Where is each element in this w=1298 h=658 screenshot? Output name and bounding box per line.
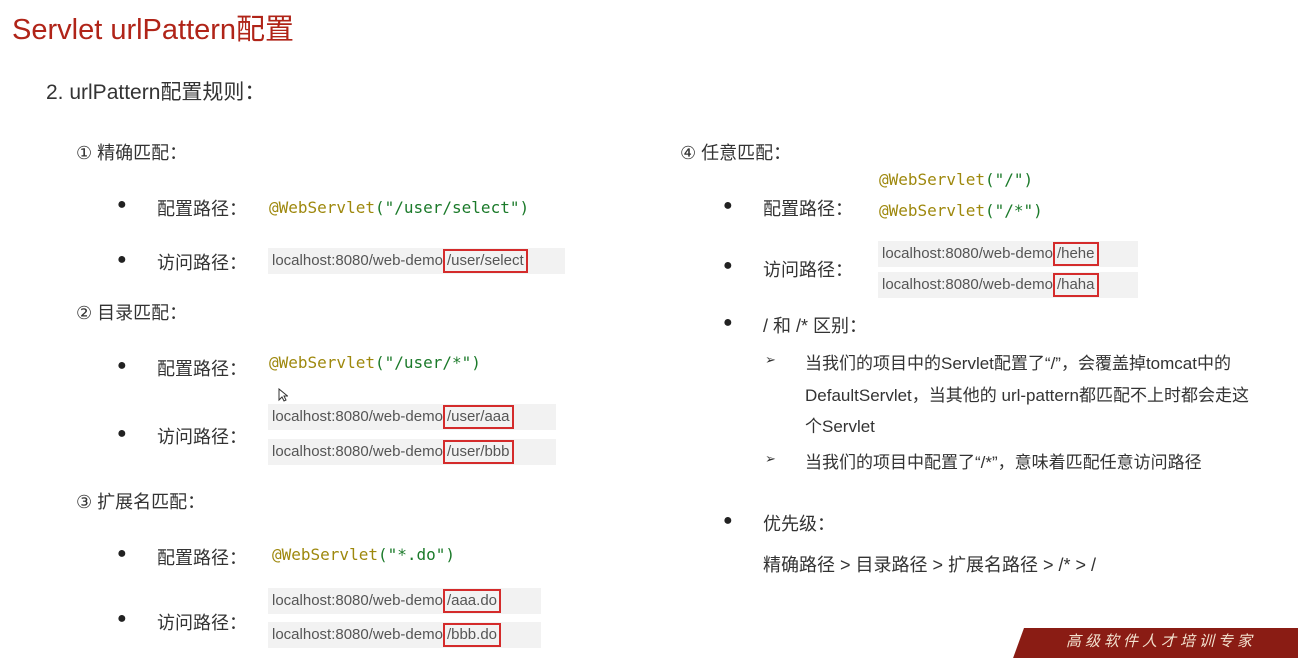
annotation: @WebServlet (879, 201, 985, 220)
annotation-args: ("/user/select") (374, 198, 530, 217)
annotation-args: ("/user/*") (374, 353, 481, 372)
footer-slogan: 高级软件人才培训专家 (1066, 633, 1257, 650)
config-path-label: 配置路径： (763, 199, 853, 219)
any-config-code-2: @WebServlet("/*") (879, 201, 1043, 220)
difference-item-1-line-3: 个Servlet (805, 417, 875, 436)
bullet-icon: ● (723, 197, 733, 214)
url-prefix: localhost:8080/web-demo (272, 626, 443, 643)
access-path-label: 访问路径： (157, 613, 247, 633)
url-prefix: localhost:8080/web-demo (272, 443, 443, 460)
extension-url-1: localhost:8080/web-demo/aaa.do (268, 588, 541, 614)
priority-value: 精确路径 > 目录路径 > 扩展名路径 > /* > / (763, 555, 1097, 575)
difference-title: / 和 /* 区别： (763, 316, 868, 336)
priority-title: 优先级： (763, 514, 835, 534)
extension-config-code: @WebServlet("*.do") (272, 545, 455, 564)
difference-item-2: 当我们的项目中配置了“/*”，意味着匹配任意访问路径 (805, 453, 1202, 472)
directory-url-1: localhost:8080/web-demo/user/aaa (268, 404, 556, 430)
section-heading: 2. urlPattern配置规则： (46, 81, 266, 104)
url-highlight: /user/bbb (442, 440, 514, 464)
bullet-icon: ● (117, 251, 127, 268)
access-path-label: 访问路径： (763, 260, 853, 280)
annotation: @WebServlet (269, 198, 375, 217)
url-highlight: /user/aaa (442, 405, 514, 429)
url-highlight: /haha (1052, 273, 1099, 297)
any-url-2: localhost:8080/web-demo/haha (878, 272, 1138, 298)
mouse-cursor-icon (278, 388, 288, 402)
bullet-icon: ● (117, 545, 127, 562)
any-match-title: ④ 任意匹配： (680, 143, 792, 163)
exact-config-code: @WebServlet("/user/select") (269, 198, 529, 217)
directory-url-2: localhost:8080/web-demo/user/bbb (268, 439, 556, 465)
annotation-args: ("/*") (984, 201, 1043, 220)
annotation: @WebServlet (269, 353, 375, 372)
exact-url: localhost:8080/web-demo/user/select (268, 248, 565, 274)
annotation-args: ("/") (984, 170, 1034, 189)
arrow-bullet-icon: ➢ (765, 352, 776, 367)
extension-url-2: localhost:8080/web-demo/bbb.do (268, 622, 541, 648)
directory-config-code: @WebServlet("/user/*") (269, 353, 481, 372)
url-highlight: /hehe (1052, 242, 1099, 266)
page-title: Servlet urlPattern配置 (12, 14, 295, 46)
url-prefix: localhost:8080/web-demo (272, 592, 443, 609)
bullet-icon: ● (723, 512, 733, 529)
url-prefix: localhost:8080/web-demo (272, 408, 443, 425)
annotation: @WebServlet (879, 170, 985, 189)
any-url-1: localhost:8080/web-demo/hehe (878, 241, 1138, 267)
annotation-args: ("*.do") (377, 545, 456, 564)
bullet-icon: ● (117, 425, 127, 442)
difference-item-1-line-2: DefaultServlet，当其他的 url-pattern都匹配不上时都会走… (805, 386, 1249, 405)
difference-item-1-line-1: 当我们的项目中的Servlet配置了“/”，会覆盖掉tomcat中的 (805, 354, 1231, 373)
annotation: @WebServlet (272, 545, 378, 564)
url-prefix: localhost:8080/web-demo (272, 252, 443, 269)
bullet-icon: ● (117, 610, 127, 627)
any-config-code-1: @WebServlet("/") (879, 170, 1033, 189)
config-path-label: 配置路径： (157, 548, 247, 568)
exact-match-title: ① 精确匹配： (76, 143, 188, 163)
bullet-icon: ● (117, 357, 127, 374)
extension-match-title: ③ 扩展名匹配： (76, 492, 206, 512)
config-path-label: 配置路径： (157, 359, 247, 379)
url-highlight: /aaa.do (442, 589, 501, 613)
config-path-label: 配置路径： (157, 199, 247, 219)
url-prefix: localhost:8080/web-demo (882, 245, 1053, 262)
url-highlight: /bbb.do (442, 623, 501, 647)
bullet-icon: ● (723, 314, 733, 331)
access-path-label: 访问路径： (157, 427, 247, 447)
bullet-icon: ● (723, 257, 733, 274)
directory-match-title: ② 目录匹配： (76, 303, 188, 323)
access-path-label: 访问路径： (157, 253, 247, 273)
arrow-bullet-icon: ➢ (765, 451, 776, 466)
url-prefix: localhost:8080/web-demo (882, 276, 1053, 293)
bullet-icon: ● (117, 196, 127, 213)
url-highlight: /user/select (442, 249, 528, 273)
